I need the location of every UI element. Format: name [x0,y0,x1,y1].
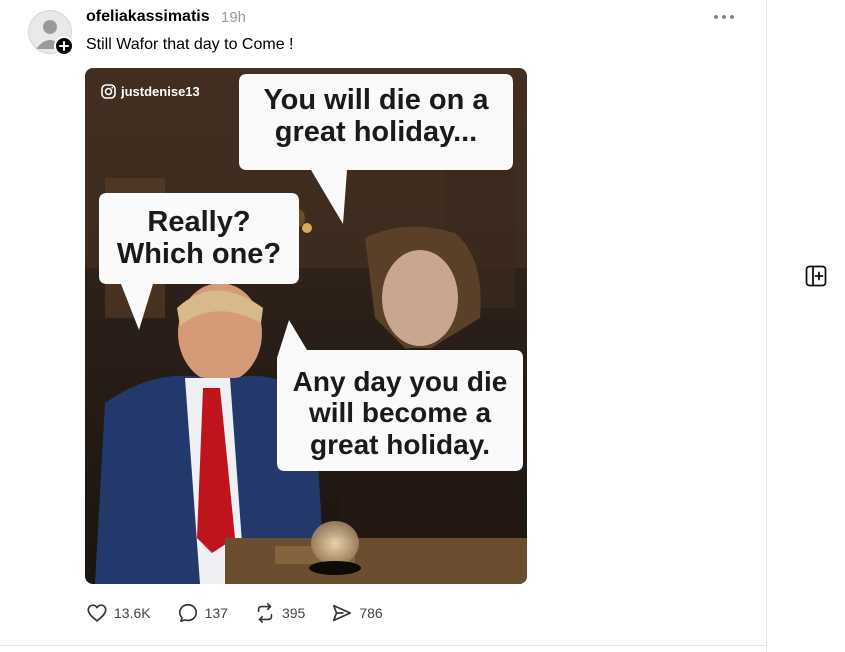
feed-column: ofeliakassimatis 19h Still Wafor that da… [0,0,767,652]
share-count: 786 [359,605,383,621]
bubble-bottom-text: Any day you die will become a great holi… [292,366,508,460]
post-divider [0,645,766,646]
repost-icon [257,603,273,623]
comment-icon [178,603,197,623]
share-button[interactable]: 786 [331,602,383,624]
heart-icon [87,604,107,622]
send-icon [333,604,352,622]
reply-button[interactable]: 137 [177,602,228,624]
more-dots-icon[interactable] [712,9,736,25]
post-caption: Still Wafor that day to Come ! [86,36,294,53]
post-image[interactable]: justdenise13 You will die on a great hol… [85,68,527,584]
add-column-icon[interactable] [805,265,827,287]
bubble-left-text: Really? Which one? [116,206,282,271]
instagram-icon [101,84,116,99]
watermark-handle: justdenise13 [121,84,200,99]
like-count: 13.6K [114,605,151,621]
post-actions: 13.6K 137 395 786 [86,602,409,624]
image-watermark: justdenise13 [101,84,200,99]
post-timestamp[interactable]: 19h [221,9,246,26]
repost-count: 395 [281,605,306,621]
repost-button[interactable]: 395 [254,602,305,624]
reply-count: 137 [204,605,228,621]
bubble-top-text: You will die on a great holiday... [263,84,489,149]
like-button[interactable]: 13.6K [86,602,151,624]
follow-plus-icon[interactable] [54,36,74,56]
avatar[interactable] [28,10,74,56]
post-username[interactable]: ofeliakassimatis [86,8,210,26]
